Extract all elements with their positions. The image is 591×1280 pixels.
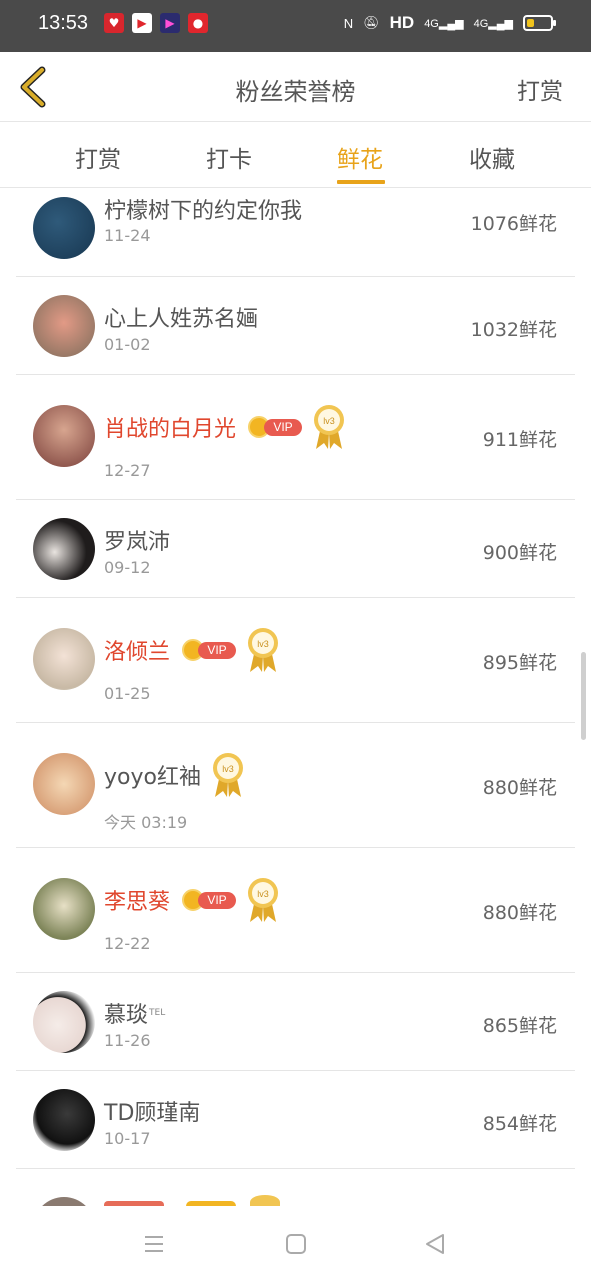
avatar[interactable] bbox=[33, 1197, 95, 1206]
vip-badge-icon: VIP bbox=[248, 416, 303, 438]
status-right: N 🔕︎ HD 4G▂▄▆ 4G▂▄▆ bbox=[343, 13, 556, 33]
flower-count: 880鲜花 bbox=[482, 777, 557, 799]
app-header: 粉丝荣誉榜 打赏 bbox=[0, 52, 591, 122]
avatar[interactable] bbox=[33, 991, 95, 1053]
avatar[interactable] bbox=[33, 295, 95, 357]
user-name: 柠檬树下的约定你我 bbox=[104, 199, 303, 224]
date-label: 10-17 bbox=[104, 1129, 151, 1148]
list-item[interactable]: 肖战的白月光 VIP lv3 12-27 911鲜花 bbox=[16, 375, 575, 500]
tab-bar: 打赏 打卡 鲜花 收藏 bbox=[0, 122, 591, 188]
user-name: 心上人姓苏名婳 bbox=[104, 307, 259, 332]
vip-badge-icon: VIP bbox=[182, 639, 237, 661]
level-medal-icon: lv3 bbox=[314, 405, 345, 449]
list-item[interactable]: TD顾瑾南 10-17 854鲜花 bbox=[16, 1071, 575, 1169]
list-item[interactable]: 洛倾兰 VIP lv3 01-25 895鲜花 bbox=[16, 598, 575, 723]
list-item[interactable]: 罗岚沛 09-12 900鲜花 bbox=[16, 500, 575, 598]
flower-count: 895鲜花 bbox=[482, 652, 557, 674]
active-tab-indicator bbox=[337, 180, 385, 184]
user-name: 李思葵 VIP lv3 bbox=[104, 876, 280, 924]
battery-icon bbox=[523, 15, 556, 31]
menu-icon[interactable] bbox=[142, 1232, 166, 1256]
svg-text:lv3: lv3 bbox=[222, 764, 234, 774]
level-medal-icon: lv3 bbox=[248, 878, 279, 922]
app-notification-icon: ♥ bbox=[104, 13, 124, 33]
level-medal-icon: lv3 bbox=[248, 628, 279, 672]
avatar[interactable] bbox=[33, 1089, 95, 1151]
tab-reward[interactable]: 打赏 bbox=[53, 140, 143, 174]
date-label: 09-12 bbox=[104, 558, 151, 577]
list-item[interactable]: yoyo红袖 lv3 今天 03:19 880鲜花 bbox=[16, 723, 575, 848]
flower-count: 911鲜花 bbox=[482, 429, 557, 451]
avatar[interactable] bbox=[33, 197, 95, 259]
tab-flowers[interactable]: 鲜花 bbox=[315, 140, 405, 184]
date-label: 01-02 bbox=[104, 335, 151, 354]
tel-tag: TEL bbox=[149, 1008, 166, 1018]
user-name: TD顾瑾南 bbox=[104, 1101, 201, 1126]
system-nav-bar bbox=[0, 1206, 591, 1280]
vip-badge-icon: VIP bbox=[182, 889, 237, 911]
list-item[interactable]: 李思葵 VIP lv3 12-22 880鲜花 bbox=[16, 848, 575, 973]
flower-count: 1076鲜花 bbox=[470, 213, 557, 235]
flower-count: 900鲜花 bbox=[482, 542, 557, 564]
status-time: 13:53 bbox=[38, 12, 89, 34]
home-icon[interactable] bbox=[284, 1232, 308, 1256]
date-label: 11-24 bbox=[104, 226, 151, 245]
hd-label: HD bbox=[389, 13, 415, 32]
avatar[interactable] bbox=[33, 518, 95, 580]
back-triangle-icon[interactable] bbox=[423, 1232, 447, 1256]
avatar[interactable] bbox=[33, 628, 95, 690]
fan-ranking-list: 柠檬树下的约定你我 11-24 1076鲜花 心上人姓苏名婳 01-02 103… bbox=[16, 189, 575, 1206]
svg-text:lv3: lv3 bbox=[257, 889, 269, 899]
video-app-icon: ▶ bbox=[132, 13, 152, 33]
flower-count: 1032鲜花 bbox=[470, 319, 557, 341]
flower-count: 880鲜花 bbox=[482, 902, 557, 924]
user-name: 洛倾兰 VIP lv3 bbox=[104, 626, 280, 674]
tab-checkin[interactable]: 打卡 bbox=[184, 140, 274, 174]
date-label: 01-25 bbox=[104, 684, 151, 703]
list-item[interactable]: 柠檬树下的约定你我 11-24 1076鲜花 bbox=[16, 189, 575, 277]
flower-count: 865鲜花 bbox=[482, 1015, 557, 1037]
media-app-icon: ▶ bbox=[160, 13, 180, 33]
date-label: 12-27 bbox=[104, 461, 151, 480]
nfc-icon: N bbox=[343, 15, 354, 31]
avatar[interactable] bbox=[33, 878, 95, 940]
date-label: 今天 03:19 bbox=[104, 813, 188, 832]
red-app-icon: ● bbox=[188, 13, 208, 33]
reward-button[interactable]: 打赏 bbox=[517, 72, 563, 106]
avatar[interactable] bbox=[33, 405, 95, 467]
date-label: 11-26 bbox=[104, 1031, 151, 1050]
level-medal-icon bbox=[250, 1195, 280, 1206]
avatar[interactable] bbox=[33, 753, 95, 815]
user-name: 肖战的白月光 VIP lv3 bbox=[104, 403, 346, 451]
scrollbar[interactable] bbox=[581, 652, 586, 740]
flower-count: 854鲜花 bbox=[482, 1113, 557, 1135]
mute-bell-icon: 🔕︎ bbox=[363, 15, 380, 30]
user-name: 慕琰 TEL bbox=[104, 1003, 166, 1028]
list-item[interactable]: 慕琰 TEL 11-26 865鲜花 bbox=[16, 973, 575, 1071]
status-bar: 13:53 ♥ ▶ ▶ ● N 🔕︎ HD 4G▂▄▆ 4G▂▄▆ bbox=[0, 0, 591, 52]
level-medal-icon: lv3 bbox=[212, 753, 243, 797]
signal-icon: 4G▂▄▆ bbox=[424, 17, 464, 30]
date-label: 12-22 bbox=[104, 934, 151, 953]
notification-icons: ♥ ▶ ▶ ● bbox=[104, 13, 208, 33]
svg-text:lv3: lv3 bbox=[323, 416, 335, 426]
page-title: 粉丝荣誉榜 bbox=[235, 78, 356, 106]
list-item[interactable]: 心上人姓苏名婳 01-02 1032鲜花 bbox=[16, 277, 575, 375]
signal-icon-2: 4G▂▄▆ bbox=[473, 17, 513, 30]
svg-text:lv3: lv3 bbox=[257, 639, 269, 649]
user-name: yoyo红袖 lv3 bbox=[104, 751, 245, 799]
list-item-partial[interactable] bbox=[16, 1169, 575, 1206]
tab-favorites[interactable]: 收藏 bbox=[447, 140, 537, 174]
user-name: 罗岚沛 bbox=[104, 530, 171, 555]
